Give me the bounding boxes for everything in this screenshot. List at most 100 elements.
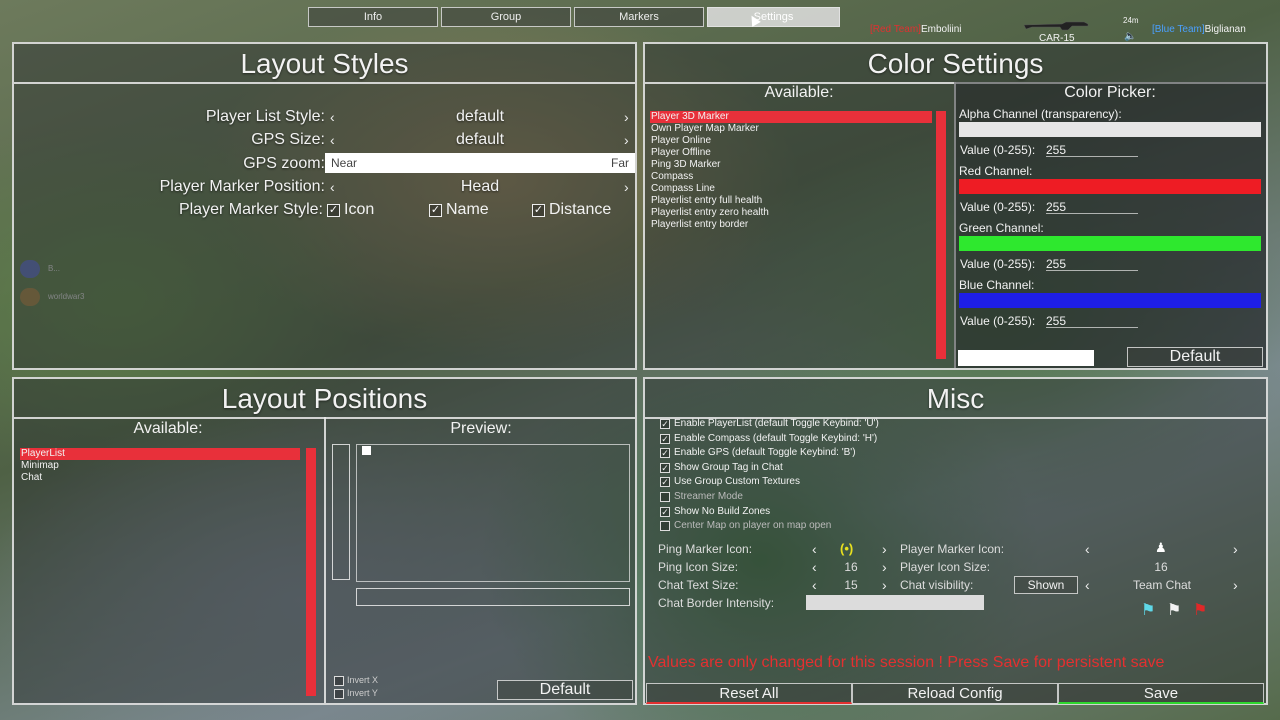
chat-channel-next-icon[interactable]: › <box>1233 577 1238 593</box>
misc-checkbox-label: Streamer Mode <box>674 491 743 502</box>
player-marker-position-next-icon[interactable]: › <box>624 179 629 195</box>
position-list-item[interactable]: PlayerList <box>20 448 300 460</box>
session-notice: Values are only changed for this session… <box>648 654 1165 671</box>
layout-positions-title: Layout Positions <box>14 379 635 419</box>
marker-style-distance-checkbox[interactable]: ✓ <box>532 204 545 217</box>
color-list-item[interactable]: Playerlist entry border <box>650 219 932 231</box>
gps-zoom-slider[interactable]: Near Far <box>325 153 635 173</box>
chat-channel-prev-icon[interactable]: ‹ <box>1085 577 1090 593</box>
positions-list-scrollbar[interactable] <box>306 448 316 696</box>
preview-label: Preview: <box>450 420 512 437</box>
player-icon-size-label: Player Icon Size: <box>900 560 991 574</box>
color-list-item[interactable]: Ping 3D Marker <box>650 159 932 171</box>
player-marker-position-prev-icon[interactable]: ‹ <box>330 179 335 195</box>
player-marker-icon-next-icon[interactable]: › <box>1233 541 1238 557</box>
tab-settings[interactable]: Settings <box>707 7 840 27</box>
player-marker-icon-prev-icon[interactable]: ‹ <box>1085 541 1090 557</box>
alpha-value-label: Value (0-255): <box>960 143 1036 157</box>
gps-size-prev-icon[interactable]: ‹ <box>330 132 335 148</box>
flag-white-icon[interactable]: ⚑ <box>1167 600 1181 620</box>
color-list-item[interactable]: Compass <box>650 171 932 183</box>
tab-group[interactable]: Group <box>441 7 571 27</box>
green-value-input[interactable]: 255 <box>1046 257 1066 271</box>
color-available-label: Available: <box>764 84 834 101</box>
misc-checkbox[interactable]: ✓ <box>660 462 670 473</box>
victim-name: Biglianan <box>1204 24 1246 35</box>
position-item-list[interactable]: PlayerList Minimap Chat <box>20 448 300 488</box>
preview-element-handle[interactable] <box>362 446 371 455</box>
invert-y-label: Invert Y <box>347 688 378 698</box>
chat-text-size-label: Chat Text Size: <box>658 578 739 592</box>
misc-checkbox-label: Use Group Custom Textures <box>674 476 800 488</box>
speaker-icon: 🔈 <box>1124 31 1137 42</box>
green-channel-slider[interactable] <box>959 236 1261 251</box>
player-list-style-label: Player List Style: <box>205 108 325 125</box>
gps-zoom-label: GPS zoom: <box>243 155 325 172</box>
red-channel-label: Red Channel: <box>959 164 1033 178</box>
misc-checkbox[interactable]: ✓ <box>660 419 670 429</box>
alpha-channel-label: Alpha Channel (transparency): <box>959 107 1122 121</box>
color-item-list[interactable]: Player 3D Marker Own Player Map Marker Pla… <box>650 111 932 361</box>
marker-style-name-checkbox[interactable]: ✓ <box>429 204 442 217</box>
preview-area <box>356 444 630 582</box>
tab-info[interactable]: Info <box>308 7 438 27</box>
preview-horizontal-slider[interactable] <box>356 588 630 606</box>
misc-checkbox[interactable]: ✓ <box>660 448 670 459</box>
color-list-item[interactable]: Player 3D Marker <box>650 111 932 123</box>
blue-value-input[interactable]: 255 <box>1046 314 1066 328</box>
layout-styles-title: Layout Styles <box>14 44 635 84</box>
red-value-input[interactable]: 255 <box>1046 200 1066 214</box>
misc-checkbox[interactable]: ✓ <box>660 506 670 517</box>
ping-marker-prev-icon[interactable]: ‹ <box>812 541 817 557</box>
color-list-item[interactable]: Playerlist entry full health <box>650 195 932 207</box>
alpha-value-input[interactable]: 255 <box>1046 143 1066 157</box>
color-list-item[interactable]: Compass Line <box>650 183 932 195</box>
kill-feed-right: [Blue Team]Biglianan <box>1152 24 1246 35</box>
flag-cyan-icon[interactable]: ⚑ <box>1141 600 1155 620</box>
color-list-item[interactable]: Playerlist entry zero health <box>650 207 932 219</box>
preview-vertical-slider[interactable] <box>332 444 350 580</box>
marker-style-icon-checkbox[interactable]: ✓ <box>327 204 340 217</box>
reload-config-button[interactable]: Reload Config <box>852 683 1058 704</box>
color-list-item[interactable]: Own Player Map Marker <box>650 123 932 135</box>
color-list-item[interactable]: Player Offline <box>650 147 932 159</box>
red-team-tag: [Red Team] <box>870 24 921 35</box>
red-channel-slider[interactable] <box>959 179 1261 194</box>
invert-y-checkbox[interactable] <box>334 689 344 699</box>
distance-text: 24m <box>1123 16 1139 25</box>
player-list-style-prev-icon[interactable]: ‹ <box>330 109 335 125</box>
position-list-item[interactable]: Chat <box>20 472 300 484</box>
player-list-style-value: default <box>455 108 505 125</box>
green-value-label: Value (0-255): <box>960 257 1036 271</box>
green-channel-label: Green Channel: <box>959 221 1044 235</box>
flag-red-icon[interactable]: ⚑ <box>1193 600 1207 620</box>
color-default-button[interactable]: Default <box>1127 347 1263 367</box>
invert-x-checkbox[interactable] <box>334 676 344 686</box>
misc-checkbox[interactable] <box>660 492 670 502</box>
color-list-item[interactable]: Player Online <box>650 135 932 147</box>
gps-zoom-near-label: Near <box>331 156 358 170</box>
player-list-style-next-icon[interactable]: › <box>624 109 629 125</box>
save-button[interactable]: Save <box>1058 683 1264 704</box>
chat-border-intensity-slider[interactable] <box>806 595 984 610</box>
misc-checkbox[interactable]: ✓ <box>660 433 670 444</box>
chat-visibility-toggle[interactable]: Shown <box>1014 576 1078 594</box>
blue-channel-slider[interactable] <box>959 293 1261 308</box>
alpha-channel-slider[interactable] <box>959 122 1261 137</box>
gps-size-next-icon[interactable]: › <box>624 132 629 148</box>
reset-all-button[interactable]: Reset All <box>646 683 852 704</box>
misc-checkbox-label: Enable Compass (default Toggle Keybind: … <box>674 432 878 444</box>
chat-size-prev-icon[interactable]: ‹ <box>812 577 817 593</box>
misc-checkbox[interactable] <box>660 521 670 532</box>
ping-size-next-icon[interactable]: › <box>882 559 887 575</box>
chat-text-size-value: 15 <box>844 578 858 592</box>
ping-size-prev-icon[interactable]: ‹ <box>812 559 817 575</box>
misc-checkbox[interactable]: ✓ <box>660 477 670 488</box>
tab-markers[interactable]: Markers <box>574 7 704 27</box>
ping-marker-next-icon[interactable]: › <box>882 541 887 557</box>
chat-size-next-icon[interactable]: › <box>882 577 887 593</box>
position-list-item[interactable]: Minimap <box>20 460 300 472</box>
positions-default-button[interactable]: Default <box>497 680 633 700</box>
gps-size-label: GPS Size: <box>251 131 325 148</box>
color-list-scrollbar[interactable] <box>936 111 946 359</box>
